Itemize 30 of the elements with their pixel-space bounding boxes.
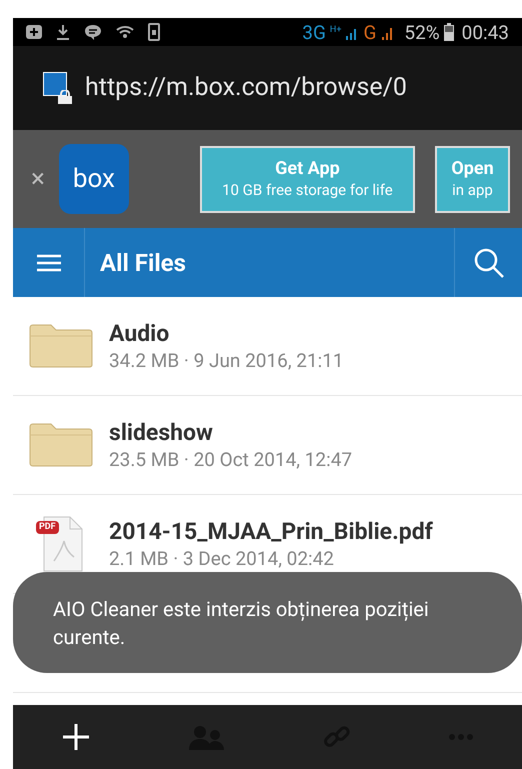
network-type-label: 3G xyxy=(302,22,326,42)
file-meta: 34.2 MB · 9 Jun 2016, 21:11 xyxy=(109,348,344,372)
search-icon xyxy=(472,246,504,278)
site-lock-icon xyxy=(43,72,73,104)
file-meta: 2.1 MB · 3 Dec 2014, 02:42 xyxy=(109,546,335,570)
close-button[interactable]: × xyxy=(31,166,45,192)
box-logo: box xyxy=(58,144,129,214)
phone-icon xyxy=(148,23,160,41)
page-title: All Files xyxy=(100,248,186,278)
wifi-icon xyxy=(116,25,134,39)
battery-percent: 52% xyxy=(404,22,440,42)
clock: 00:43 xyxy=(462,22,509,42)
url-text[interactable]: https://m.box.com/browse/0 xyxy=(85,69,407,107)
plus-notification-icon xyxy=(26,25,42,39)
network-type-label: G xyxy=(363,22,376,42)
folder-icon xyxy=(29,324,93,368)
message-icon xyxy=(84,24,102,40)
file-meta: 23.5 MB · 20 Oct 2014, 12:47 xyxy=(109,448,352,472)
file-row[interactable]: slideshow 23.5 MB · 20 Oct 2014, 12:47 xyxy=(13,396,522,495)
file-name: Audio xyxy=(109,320,170,348)
network-type-label: H+ xyxy=(330,26,342,34)
file-row[interactable]: Audio 34.2 MB · 9 Jun 2016, 21:11 xyxy=(13,297,522,396)
folder-icon xyxy=(29,423,93,467)
file-name: 2014-15_MJAA_Prin_Biblie.pdf xyxy=(109,518,433,546)
toast-message: AIO Cleaner este interzis obținerea poziției curente. xyxy=(53,596,430,650)
download-icon xyxy=(56,24,70,40)
menu-icon xyxy=(36,252,60,272)
plus-icon[interactable] xyxy=(61,722,92,752)
file-name: slideshow xyxy=(109,418,214,448)
battery-icon xyxy=(444,23,454,41)
